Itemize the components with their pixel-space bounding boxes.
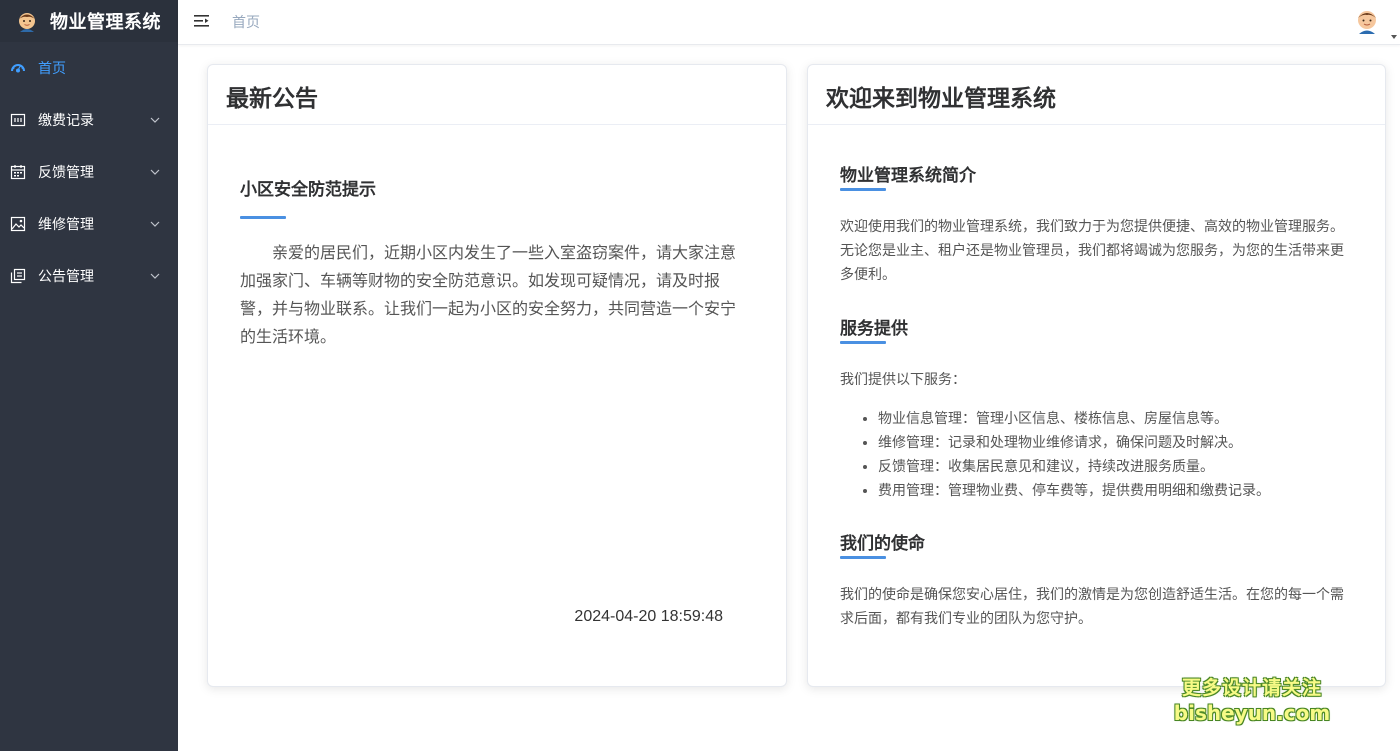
picture-icon xyxy=(10,216,26,232)
chevron-down-icon xyxy=(150,113,160,123)
breadcrumb[interactable]: 首页 xyxy=(232,12,260,32)
list-item: 维修管理：记录和处理物业维修请求，确保问题及时解决。 xyxy=(878,431,1398,455)
card-header: 最新公告 xyxy=(208,65,786,125)
latest-notice-card: 最新公告 小区安全防范提示 亲爱的居民们，近期小区内发生了一些入室盗窃案件，请大… xyxy=(207,64,787,687)
dashboard-icon xyxy=(10,60,26,76)
title-underline xyxy=(840,341,886,344)
copy-document-icon xyxy=(10,268,26,284)
sidebar-item-label: 反馈管理 xyxy=(38,165,94,181)
title-underline xyxy=(840,188,886,191)
list-item: 反馈管理：收集居民意见和建议，持续改进服务质量。 xyxy=(878,455,1398,479)
card-header: 欢迎来到物业管理系统 xyxy=(808,65,1385,125)
user-avatar-icon[interactable] xyxy=(1354,8,1380,34)
services-intro: 我们提供以下服务： xyxy=(840,372,966,388)
sidebar-item-payment-records[interactable]: 缴费记录 xyxy=(0,94,178,146)
title-underline xyxy=(240,216,286,219)
sidebar-menu: 首页 缴费记录 反馈管理 维修管理 公告管理 xyxy=(0,42,178,302)
sidebar-item-label: 首页 xyxy=(38,61,66,77)
sidebar-item-feedback[interactable]: 反馈管理 xyxy=(0,146,178,198)
hamburger-icon[interactable] xyxy=(194,13,210,29)
services-list: 物业信息管理：管理小区信息、楼栋信息、房屋信息等。 维修管理：记录和处理物业维修… xyxy=(840,407,1398,503)
list-item: 费用管理：管理物业费、停车费等，提供费用明细和缴费记录。 xyxy=(878,479,1398,503)
sidebar-item-maintenance[interactable]: 维修管理 xyxy=(0,198,178,250)
mission-text: 我们的使命是确保您安心居住，我们的激情是为您创造舒适生活。在您的每一个需求后面，… xyxy=(840,587,1344,627)
watermark-line-1: 更多设计请关注 xyxy=(1181,677,1322,699)
intro-text: 欢迎使用我们的物业管理系统，我们致力于为您提供便捷、高效的物业管理服务。无论您是… xyxy=(840,219,1344,283)
sidebar-item-home[interactable]: 首页 xyxy=(0,42,178,94)
sidebar-item-label: 维修管理 xyxy=(38,217,94,233)
sidebar: 物业管理系统 首页 缴费记录 反馈管理 维修管理 公告管理 xyxy=(0,0,178,751)
chevron-down-icon xyxy=(150,165,160,175)
watermark: 更多设计请关注 bisheyun.com xyxy=(1172,676,1332,726)
calendar-icon xyxy=(10,164,26,180)
app-title: 物业管理系统 xyxy=(50,12,161,33)
title-underline xyxy=(840,556,886,559)
mission-title: 我们的使命 xyxy=(840,534,925,554)
sidebar-item-announcements[interactable]: 公告管理 xyxy=(0,250,178,302)
sidebar-item-label: 公告管理 xyxy=(38,269,94,285)
chevron-down-icon xyxy=(150,217,160,227)
notice-body: 亲爱的居民们，近期小区内发生了一些入室盗窃案件，请大家注意加强家门、车辆等财物的… xyxy=(240,243,737,346)
top-navbar: 首页 xyxy=(178,0,1400,45)
services-title: 服务提供 xyxy=(840,319,908,339)
receipt-icon xyxy=(10,112,26,128)
chevron-down-icon xyxy=(150,269,160,279)
notice-title: 小区安全防范提示 xyxy=(240,180,376,200)
notice-timestamp: 2024-04-20 18:59:48 xyxy=(574,608,723,625)
avatar-logo-icon xyxy=(16,10,38,32)
caret-down-icon[interactable] xyxy=(1390,26,1398,39)
list-item: 物业信息管理：管理小区信息、楼栋信息、房屋信息等。 xyxy=(878,407,1398,431)
brand: 物业管理系统 xyxy=(0,0,178,42)
sidebar-item-label: 缴费记录 xyxy=(38,113,94,129)
intro-title: 物业管理系统简介 xyxy=(840,166,976,186)
welcome-card: 欢迎来到物业管理系统 物业管理系统简介 欢迎使用我们的物业管理系统，我们致力于为… xyxy=(807,64,1386,687)
watermark-line-2: bisheyun.com xyxy=(1173,701,1331,725)
